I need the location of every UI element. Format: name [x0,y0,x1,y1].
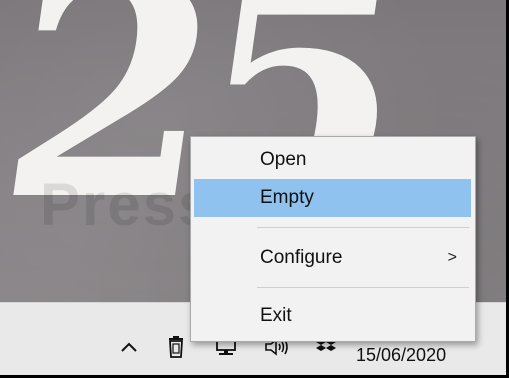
menu-item-label: Open [260,149,307,170]
menu-item-label: Exit [260,305,292,326]
desktop: 25 Pressure 15/06/2020 Open Empty Config… [0,0,509,378]
menu-item-configure[interactable]: Configure > [194,239,471,277]
menu-item-open[interactable]: Open [194,141,471,179]
menu-item-label: Configure [260,247,343,268]
taskbar-date[interactable]: 15/06/2020 [356,345,446,366]
submenu-arrow-icon: > [447,249,457,266]
menu-item-empty[interactable]: Empty [194,179,471,217]
menu-item-label: Empty [260,187,314,208]
menu-separator [257,287,469,288]
menu-separator [257,227,469,228]
menu-item-exit[interactable]: Exit [194,297,471,335]
context-menu: Open Empty Configure > Exit [190,136,476,342]
recycle-bin-icon[interactable] [163,334,189,360]
show-hidden-icons-chevron-icon[interactable] [116,334,142,360]
